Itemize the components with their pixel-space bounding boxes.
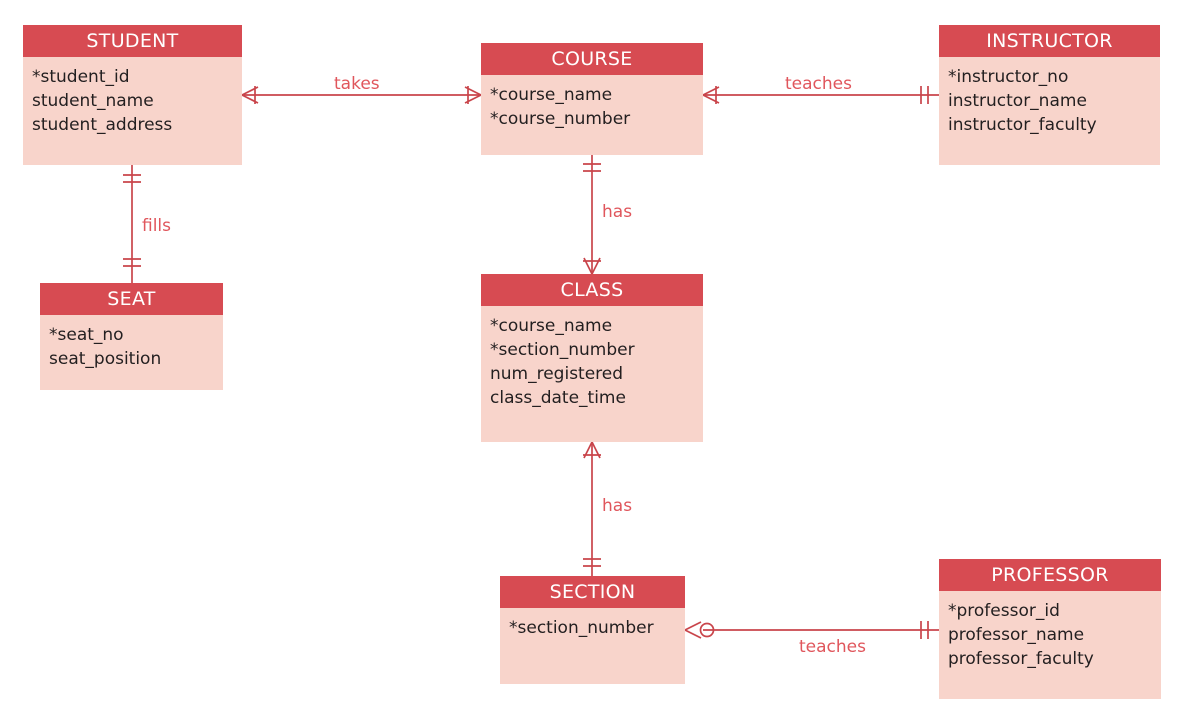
relationship-label-has-section: has (602, 496, 633, 516)
attribute: *course_name (490, 85, 613, 105)
entity-class[interactable]: CLASS *course_name *section_number num_r… (481, 274, 703, 442)
attribute: *student_id (32, 67, 130, 87)
attribute: *section_number (509, 618, 654, 638)
relationship-label-fills: fills (142, 216, 172, 236)
entity-seat-title: SEAT (40, 283, 223, 315)
entity-course[interactable]: COURSE *course_name *course_number (481, 43, 703, 155)
entity-student[interactable]: STUDENT *student_id student_name student… (23, 25, 242, 165)
relationship-label-teaches-professor: teaches (799, 637, 866, 657)
attribute: *section_number (490, 340, 635, 360)
entity-professor-title: PROFESSOR (939, 559, 1161, 591)
attribute: *course_number (490, 109, 631, 129)
attribute: seat_position (49, 349, 162, 369)
attribute: *professor_id (948, 601, 1060, 621)
connector-student-fills-seat (123, 165, 141, 283)
attribute: instructor_name (948, 91, 1087, 111)
er-diagram-canvas: STUDENT *student_id student_name student… (0, 0, 1201, 724)
entity-class-attributes: *course_name *section_number num_registe… (481, 306, 703, 410)
attribute: num_registered (490, 364, 624, 384)
relationship-label-has-class: has (602, 202, 633, 222)
connector-course-has-class (583, 155, 601, 275)
entity-instructor[interactable]: INSTRUCTOR *instructor_no instructor_nam… (939, 25, 1160, 165)
entity-section[interactable]: SECTION *section_number (500, 576, 685, 684)
entity-seat-attributes: *seat_no seat_position (40, 315, 223, 371)
attribute: student_address (32, 115, 173, 135)
attribute: *instructor_no (948, 67, 1069, 87)
attribute: student_name (32, 91, 154, 111)
entity-section-attributes: *section_number (500, 608, 685, 640)
entity-class-title: CLASS (481, 274, 703, 306)
attribute: *seat_no (49, 325, 124, 345)
relationship-label-takes: takes (334, 74, 380, 94)
entity-student-title: STUDENT (23, 25, 242, 57)
entity-professor[interactable]: PROFESSOR *professor_id professor_name p… (939, 559, 1161, 699)
attribute: instructor_faculty (948, 115, 1097, 135)
entity-instructor-attributes: *instructor_no instructor_name instructo… (939, 57, 1160, 137)
connector-class-has-section (583, 441, 601, 576)
attribute: professor_name (948, 625, 1085, 645)
entity-section-title: SECTION (500, 576, 685, 608)
relationship-label-teaches-instructor: teaches (785, 74, 852, 94)
entity-professor-attributes: *professor_id professor_name professor_f… (939, 591, 1161, 671)
entity-student-attributes: *student_id student_name student_address (23, 57, 242, 137)
entity-instructor-title: INSTRUCTOR (939, 25, 1160, 57)
entity-course-title: COURSE (481, 43, 703, 75)
attribute: professor_faculty (948, 649, 1094, 669)
attribute: class_date_time (490, 388, 626, 408)
entity-course-attributes: *course_name *course_number (481, 75, 703, 131)
attribute: *course_name (490, 316, 613, 336)
entity-seat[interactable]: SEAT *seat_no seat_position (40, 283, 223, 390)
